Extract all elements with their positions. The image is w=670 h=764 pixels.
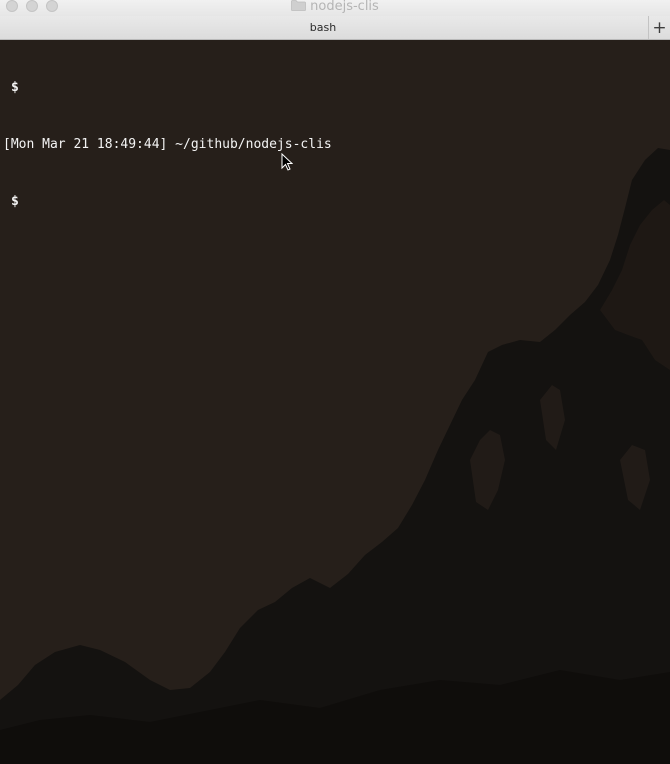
terminal-content[interactable]: $ [Mon Mar 21 18:49:44] ~/github/nodejs-… [0,40,670,764]
window-title-group: nodejs-clis [0,0,670,14]
terminal-window: nodejs-clis bash + $ [Mon Mar 21 18:49:4… [0,0,670,764]
folder-icon [291,0,307,11]
terminal-output: $ [Mon Mar 21 18:49:44] ~/github/nodejs-… [3,40,332,249]
terminal-line: [Mon Mar 21 18:49:44] ~/github/nodejs-cl… [3,137,332,152]
mouse-pointer-icon [281,153,293,171]
tab-bash[interactable]: bash [0,16,646,39]
new-tab-button[interactable]: + [648,16,670,39]
tab-bar: bash + [0,16,670,40]
title-bar: nodejs-clis [0,0,670,16]
tab-label: bash [309,21,337,34]
window-title: nodejs-clis [310,0,379,14]
terminal-line: $ [11,80,19,95]
terminal-line: $ [11,194,19,209]
